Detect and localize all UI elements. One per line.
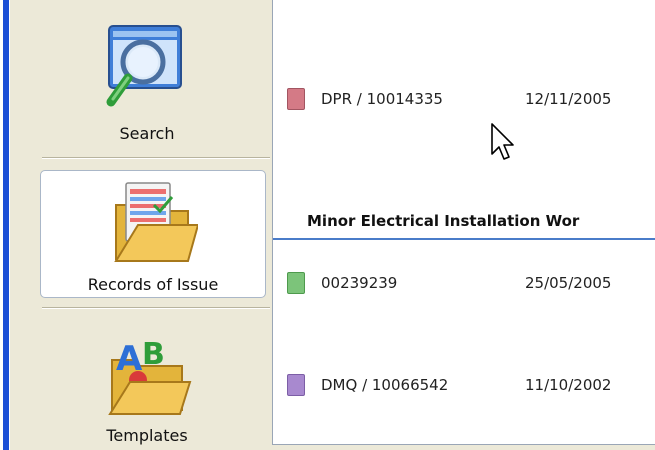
sidebar-item-search[interactable]: Search [40, 14, 254, 154]
records-list-pane: DPR / 10014335 12/11/2005 Minor Electric… [272, 0, 655, 445]
window-edge [0, 0, 10, 450]
record-ref: DMQ / 10066542 [321, 376, 449, 394]
sidebar: Search Records of Issue A B Templates [10, 0, 272, 450]
sidebar-item-label: Records of Issue [87, 275, 219, 294]
folder-templates-icon: A B [102, 330, 192, 424]
document-icon [287, 272, 305, 294]
section-header: Minor Electrical Installation Wor [273, 208, 655, 240]
record-date: 25/05/2005 [525, 274, 612, 292]
mouse-pointer-icon [489, 122, 515, 168]
document-icon [287, 88, 305, 110]
record-date: 11/10/2002 [525, 376, 612, 394]
sidebar-item-label: Templates [106, 426, 188, 445]
divider [42, 307, 270, 309]
sidebar-item-records-of-issue[interactable]: Records of Issue [40, 170, 266, 298]
folder-records-icon [108, 177, 200, 271]
record-ref: 00239239 [321, 274, 398, 292]
section-title: Minor Electrical Installation Wor [307, 212, 580, 230]
record-date: 12/11/2005 [525, 90, 612, 108]
record-ref: DPR / 10014335 [321, 90, 443, 108]
svg-text:B: B [142, 337, 165, 372]
sidebar-item-label: Search [119, 124, 175, 143]
magnifier-icon [101, 22, 193, 118]
document-icon [287, 374, 305, 396]
divider [42, 157, 270, 159]
sidebar-item-templates[interactable]: A B Templates [40, 322, 254, 450]
